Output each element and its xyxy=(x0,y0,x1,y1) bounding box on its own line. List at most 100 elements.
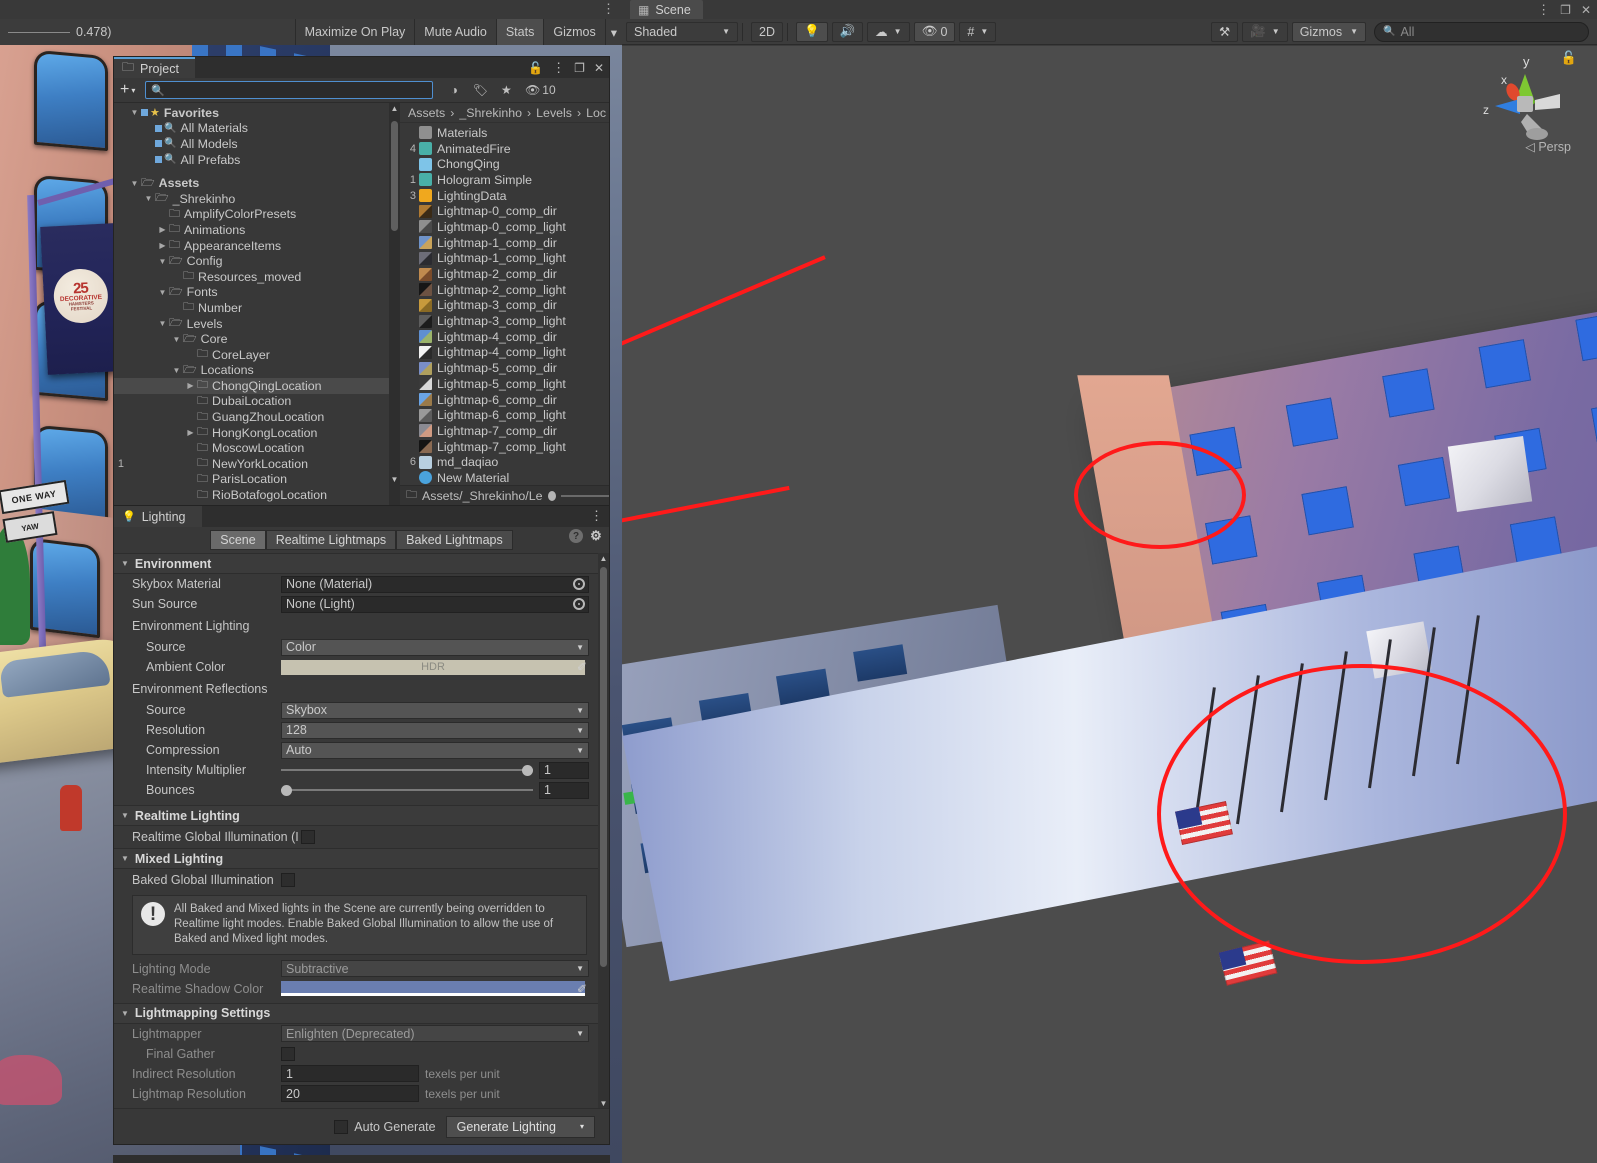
tree-twisty-icon[interactable]: ▼ xyxy=(170,366,183,375)
tree-twisty-icon[interactable]: ▼ xyxy=(142,194,155,203)
tree-item-core[interactable]: ▼ 🗁 Core xyxy=(114,331,396,347)
tree-twisty-icon[interactable]: ▶ xyxy=(156,225,169,234)
tree-twisty-icon[interactable]: ▼ xyxy=(156,288,169,297)
list-item[interactable]: 6 md_daqiao xyxy=(400,454,609,470)
indirect-resolution-value[interactable]: 1 xyxy=(281,1065,419,1083)
list-item[interactable]: Lightmap-5_comp_dir xyxy=(400,360,609,376)
shading-mode-dropdown[interactable]: Shaded ▼ xyxy=(626,21,738,42)
zoom-slider-knob[interactable] xyxy=(547,490,556,501)
scroll-down-arrow-icon[interactable]: ▼ xyxy=(389,474,400,485)
slider-knob[interactable] xyxy=(281,784,292,796)
list-item[interactable]: 1 Hologram Simple xyxy=(400,172,609,188)
scene-close-icon[interactable]: ✕ xyxy=(1581,3,1591,17)
toggle-2d-button[interactable]: 2D xyxy=(751,21,783,42)
gear-icon[interactable]: ⚙ xyxy=(589,528,603,543)
compression-dropdown[interactable]: Auto ▼ xyxy=(281,741,589,759)
tree-twisty-icon[interactable]: ▼ xyxy=(128,179,141,188)
section-environment[interactable]: ▼ Environment xyxy=(114,553,609,574)
project-close-icon[interactable]: ✕ xyxy=(594,61,604,75)
lighting-menu-icon[interactable]: ⋮ xyxy=(590,508,603,524)
list-item[interactable]: ChongQing xyxy=(400,156,609,172)
project-menu-icon[interactable]: ⋮ xyxy=(552,60,565,76)
scene-lighting-toggle[interactable]: 💡 xyxy=(795,21,828,42)
tree-item-all-materials[interactable]: 🔍 All Materials xyxy=(114,121,396,137)
star-icon[interactable]: ★ xyxy=(493,79,519,101)
scroll-up-arrow-icon[interactable]: ▲ xyxy=(389,103,400,114)
tree-item-corelayer[interactable]: 🗀 CoreLayer xyxy=(114,347,396,363)
bounces-slider[interactable] xyxy=(281,782,533,799)
tree-twisty-icon[interactable]: ▼ xyxy=(156,257,169,266)
list-item[interactable]: Lightmap-2_comp_dir xyxy=(400,266,609,282)
gizmos-dropdown-caret-icon[interactable]: ▾ xyxy=(604,19,622,45)
lighting-mode-dropdown[interactable]: Subtractive ▼ xyxy=(281,960,589,978)
unlock-icon[interactable]: 🔓 xyxy=(1561,50,1577,66)
zoom-slider-track[interactable] xyxy=(560,494,609,497)
list-item[interactable]: Lightmap-0_comp_light xyxy=(400,219,609,235)
object-picker-icon[interactable] xyxy=(573,578,585,590)
ambient-color-swatch[interactable]: HDR xyxy=(281,659,585,675)
projection-mode-label[interactable]: ◁ Persp xyxy=(1525,139,1571,154)
list-item[interactable]: Lightmap-4_comp_light xyxy=(400,345,609,361)
help-icon[interactable]: ? xyxy=(569,529,583,543)
bounces-value[interactable]: 1 xyxy=(539,781,589,799)
auto-generate-toggle[interactable]: Auto Generate xyxy=(334,1119,436,1134)
sun-source-field[interactable]: None (Light) xyxy=(281,595,589,613)
scene-view-render[interactable]: COMFORT Inn xyxy=(622,46,1597,1163)
eyedropper-icon[interactable]: ✐ xyxy=(577,982,587,996)
slider-knob[interactable] xyxy=(522,764,533,776)
scene-search-input[interactable]: 🔍 All xyxy=(1374,21,1589,42)
env-lighting-source-dropdown[interactable]: Color ▼ xyxy=(281,638,589,656)
list-item[interactable]: Lightmap-0_comp_dir xyxy=(400,203,609,219)
hidden-objects-toggle[interactable]: 👁 0 xyxy=(913,21,956,42)
tree-item-appearanceitems[interactable]: ▶ 🗀 AppearanceItems xyxy=(114,238,396,254)
tree-item-parislocation[interactable]: 🗀 ParisLocation xyxy=(114,472,396,488)
scrollbar-thumb[interactable] xyxy=(600,567,607,967)
scene-orientation-gizmo[interactable]: y x z 🔓 ◁ Persp xyxy=(1465,44,1583,156)
tree-scrollbar[interactable]: ▲ ▼ xyxy=(389,103,400,505)
resolution-dropdown[interactable]: 128 ▼ xyxy=(281,721,589,739)
tab-scene[interactable]: ▦ Scene xyxy=(630,0,703,19)
list-item[interactable]: Lightmap-2_comp_light xyxy=(400,282,609,298)
tree-item-hongkonglocation[interactable]: ▶ 🗀 HongKongLocation xyxy=(114,425,396,441)
tree-item-amplifycolorpresets[interactable]: 🗀 AmplifyColorPresets xyxy=(114,207,396,223)
tree-item-chongqinglocation[interactable]: ▶ 🗀 ChongQingLocation xyxy=(114,378,396,394)
intensity-multiplier-slider[interactable] xyxy=(281,762,533,779)
realtime-shadow-color-swatch[interactable] xyxy=(281,981,585,997)
tree-item-animations[interactable]: ▶ 🗀 Animations xyxy=(114,222,396,238)
tab-scene-settings[interactable]: Scene xyxy=(210,530,266,550)
reflection-source-dropdown[interactable]: Skybox ▼ xyxy=(281,701,589,719)
tree-twisty-icon[interactable]: ▶ xyxy=(184,381,197,390)
list-item[interactable]: Lightmap-7_comp_light xyxy=(400,439,609,455)
tree-item-all-models[interactable]: 🔍 All Models xyxy=(114,136,396,152)
project-asset-pane[interactable]: Assets › _Shrekinho › Levels › Loc Mater… xyxy=(400,103,609,505)
scroll-up-arrow-icon[interactable]: ▲ xyxy=(598,553,609,564)
tree-twisty-icon[interactable]: ▼ xyxy=(128,108,141,117)
breadcrumb-assets[interactable]: Assets xyxy=(408,106,445,120)
tab-baked-lightmaps[interactable]: Baked Lightmaps xyxy=(396,530,513,550)
grid-visibility-dropdown[interactable]: # ▼ xyxy=(959,21,997,42)
tab-lighting[interactable]: 💡 Lighting xyxy=(114,506,202,527)
generate-lighting-button[interactable]: Generate Lighting ▾ xyxy=(445,1115,595,1138)
list-item[interactable]: Lightmap-6_comp_dir xyxy=(400,392,609,408)
lighting-scrollbar[interactable]: ▲ ▼ xyxy=(598,553,609,1109)
mute-audio-button[interactable]: Mute Audio xyxy=(414,19,496,45)
tree-item-all-prefabs[interactable]: 🔍 All Prefabs xyxy=(114,152,396,168)
list-item[interactable]: Lightmap-4_comp_dir xyxy=(400,329,609,345)
list-item[interactable]: New Material xyxy=(400,470,609,486)
baked-gi-checkbox[interactable] xyxy=(281,873,295,887)
scene-gizmos-dropdown[interactable]: Gizmos ▼ xyxy=(1291,21,1366,42)
lightmap-resolution-value[interactable]: 20 xyxy=(281,1085,419,1103)
list-item[interactable]: Lightmap-3_comp_light xyxy=(400,313,609,329)
scene-maximize-icon[interactable]: ❐ xyxy=(1560,3,1571,17)
auto-generate-checkbox[interactable] xyxy=(334,1119,349,1134)
list-item[interactable]: Lightmap-3_comp_dir xyxy=(400,298,609,314)
breadcrumb-locations[interactable]: Loc xyxy=(586,106,606,120)
maximize-on-play-button[interactable]: Maximize On Play xyxy=(294,19,415,45)
tree-item-riobotafogolocation[interactable]: 🗀 RioBotafogoLocation xyxy=(114,487,396,503)
intensity-multiplier-value[interactable]: 1 xyxy=(539,761,589,779)
tree-twisty-icon[interactable]: ▼ xyxy=(156,319,169,328)
hidden-packages-toggle[interactable]: 👁 10 xyxy=(519,79,561,101)
scene-camera-dropdown[interactable]: 🎥 ▼ xyxy=(1242,21,1288,42)
lightmapper-dropdown[interactable]: Enlighten (Deprecated) ▼ xyxy=(281,1025,589,1043)
list-item[interactable]: Materials xyxy=(400,125,609,141)
